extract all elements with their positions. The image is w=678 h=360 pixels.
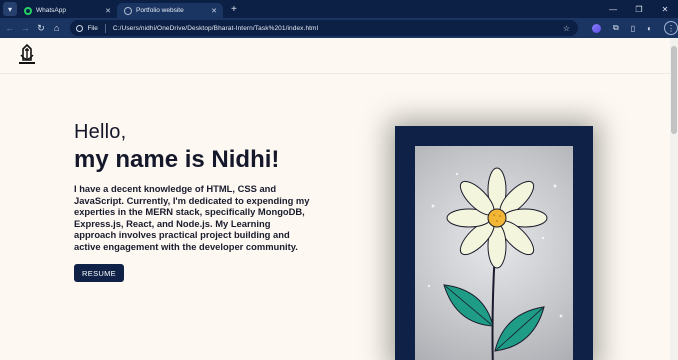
tab-portfolio-website[interactable]: Portfolio website ✕	[117, 3, 223, 18]
tab-title: Portfolio website	[136, 7, 184, 14]
tab-search-button[interactable]: ▾	[3, 2, 17, 16]
sidepanel-icon[interactable]: ▯	[631, 24, 635, 33]
address-separator	[104, 23, 106, 33]
maximize-icon[interactable]: ❐	[626, 5, 652, 14]
back-icon[interactable]: ←	[2, 23, 18, 33]
hero-greeting: Hello, my name is Nidhi!	[74, 121, 279, 174]
whatsapp-icon	[24, 6, 32, 15]
scrollbar-thumb[interactable]	[671, 46, 677, 134]
close-window-icon[interactable]: ✕	[652, 5, 678, 14]
resume-button[interactable]: RESUME	[74, 264, 124, 282]
window-controls: — ❐ ✕	[600, 0, 678, 18]
extension-icons: ⧉ ▯ ◐ ⋮	[592, 21, 678, 35]
artwork-frame	[395, 126, 593, 360]
site-info-icon[interactable]	[76, 24, 84, 32]
browser-toolbar: ← → ↻ ⌂ File C:/Users/nidhi/OneDrive/Des…	[0, 18, 678, 38]
close-tab-icon[interactable]: ✕	[211, 7, 217, 15]
more-menu-icon[interactable]: ⋮	[664, 21, 678, 35]
flower-illustration	[415, 146, 573, 360]
reload-icon[interactable]: ↻	[33, 23, 49, 34]
browser-tab-bar: ▾ WhatsApp ✕ Portfolio website ✕ + — ❐ ✕	[0, 0, 678, 18]
bio-paragraph: I have a decent knowledge of HTML, CSS a…	[74, 183, 310, 252]
logo[interactable]	[16, 43, 38, 67]
address-bar[interactable]: File C:/Users/nidhi/OneDrive/Desktop/Bha…	[70, 20, 579, 36]
new-tab-icon[interactable]: +	[231, 4, 237, 15]
tab-title: WhatsApp	[36, 7, 66, 14]
puzzle-icon[interactable]: ⧉	[613, 23, 619, 33]
scheme-label: File	[87, 24, 98, 32]
flower-image	[427, 167, 563, 360]
extension-icon[interactable]	[592, 23, 602, 33]
minimize-icon[interactable]: —	[600, 5, 626, 14]
close-tab-icon[interactable]: ✕	[105, 7, 111, 15]
forward-icon[interactable]: →	[18, 23, 34, 33]
name-heading: my name is Nidhi!	[74, 146, 280, 173]
bookmark-star-icon[interactable]: ☆	[563, 24, 570, 33]
hello-heading: Hello,	[74, 121, 127, 143]
site-header	[0, 38, 670, 74]
url-text[interactable]: C:/Users/nidhi/OneDrive/Desktop/Bharat-I…	[113, 25, 318, 32]
tab-whatsapp[interactable]: WhatsApp ✕	[17, 3, 117, 18]
home-icon[interactable]: ⌂	[49, 23, 65, 33]
profile-icon[interactable]: ◐	[647, 24, 652, 33]
page-viewport: Hello, my name is Nidhi! I have a decent…	[0, 38, 670, 360]
globe-icon	[124, 6, 132, 15]
